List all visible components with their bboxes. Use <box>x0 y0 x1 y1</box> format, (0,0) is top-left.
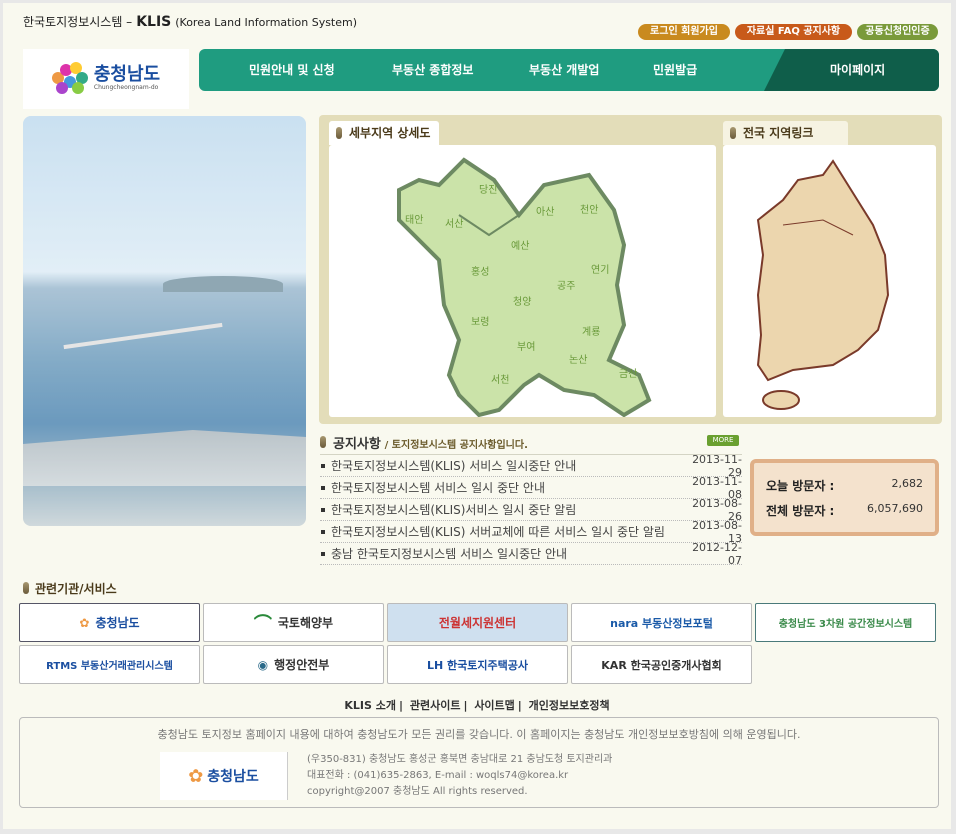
notice-subtitle: / 토지정보시스템 공지사항입니다. <box>384 440 528 451</box>
notice-item[interactable]: 한국토지정보시스템(KLIS) 서비스 일시중단 안내 2013-11-29 <box>320 455 742 477</box>
nav-mypage[interactable]: 마이페이지 <box>764 49 939 91</box>
chungnam-map: 당진 태안 서산 아산 천안 예산 홍성 연기 공주 청양 보령 계룡 부여 논… <box>329 145 716 417</box>
site-title: 한국토지정보시스템 – KLIS (Korea Land Information S… <box>23 13 357 30</box>
region-hongseong[interactable]: 홍성 <box>471 263 489 278</box>
pill-icon <box>23 582 29 594</box>
pill-icon <box>336 127 342 139</box>
logo-name: 충청남도 <box>93 64 161 85</box>
region-gyeryong[interactable]: 계룡 <box>582 323 600 338</box>
link-rtms[interactable]: RTMS 부동산거래관리시스템 <box>19 645 200 684</box>
today-label: 오늘 방문자 : <box>766 479 835 493</box>
joint-cert-button[interactable]: 공동신청인인증 <box>857 24 938 40</box>
notice-title: 공지사항 <box>333 437 381 452</box>
logo-flower-icon <box>51 62 88 96</box>
link-3d-gis[interactable]: 충청남도 3차원 공간정보시스템 <box>755 603 936 642</box>
region-seocheon[interactable]: 서천 <box>491 371 509 386</box>
link-nara[interactable]: nara 부동산정보포털 <box>571 603 752 642</box>
region-cheongyang[interactable]: 청양 <box>513 293 531 308</box>
footer-logo: ✿ 충청남도 <box>160 752 288 800</box>
pill-icon <box>730 127 736 139</box>
region-nonsan[interactable]: 논산 <box>569 351 587 366</box>
today-count: 2,682 <box>891 477 924 490</box>
link-mopas[interactable]: ◉ 행정안전부 <box>203 645 384 684</box>
region-cheonan[interactable]: 천안 <box>580 201 598 216</box>
link-molit[interactable]: ⌒ 국토해양부 <box>203 603 384 642</box>
related-title: 관련기관/서비스 <box>23 580 117 597</box>
tab-detail-map[interactable]: 세부지역 상세도 <box>329 121 439 145</box>
footer-links: KLIS 소개 | 관련사이트 | 사이트맵 | 개인정보보호정책 <box>344 699 610 712</box>
region-yesan[interactable]: 예산 <box>511 237 529 252</box>
logo-sub: Chungcheongnam-do <box>93 84 159 91</box>
notice-item[interactable]: 충남 한국토지정보시스템 서비스 일시중단 안내 2012-12-07 <box>320 543 742 565</box>
nav-civil-issue[interactable]: 민원발급 <box>653 49 697 91</box>
link-chungnam[interactable]: ✿ 충청남도 <box>19 603 200 642</box>
harbor-photo <box>23 116 306 526</box>
footer-phone: 대표전화 : (041)635-2863, E-mail : woqls74@k… <box>307 770 569 781</box>
nav-realestate-info[interactable]: 부동산 종합정보 <box>392 49 473 91</box>
total-label: 전체 방문자 : <box>766 504 835 518</box>
visitor-counter: 오늘 방문자 : 2,682 전체 방문자 : 6,057,690 <box>750 459 939 536</box>
notice-more-button[interactable]: MORE <box>707 435 739 446</box>
region-gongju[interactable]: 공주 <box>557 277 575 292</box>
pill-icon <box>320 436 326 448</box>
page: 한국토지정보시스템 – KLIS (Korea Land Information S… <box>3 3 951 829</box>
footer: 충청남도 토지정보 홈페이지 내용에 대하여 충청남도가 모든 권리를 갖습니다… <box>19 717 939 808</box>
library-faq-notice-button[interactable]: 자료실 FAQ 공지사항 <box>735 24 852 40</box>
logo[interactable]: 충청남도 Chungcheongnam-do <box>23 49 189 109</box>
link-kar[interactable]: KAR 한국공인중개사협회 <box>571 645 752 684</box>
notice-item[interactable]: 한국토지정보시스템(KLIS)서비스 일시 중단 알림 2013-08-26 <box>320 499 742 521</box>
region-taean[interactable]: 태안 <box>405 211 423 226</box>
notice-list: 한국토지정보시스템(KLIS) 서비스 일시중단 안내 2013-11-29 한국… <box>320 454 742 565</box>
footer-link-sitemap[interactable]: 사이트맵 <box>474 699 514 712</box>
footer-link-privacy[interactable]: 개인정보보호정책 <box>529 699 610 712</box>
footer-address: (우350-831) 충청남도 홍성군 홍북면 충남대로 21 충남도청 토지관… <box>307 754 613 765</box>
korea-map-shape[interactable] <box>723 145 936 417</box>
site-title-full: (Korea Land Information System) <box>175 16 358 29</box>
notice-item[interactable]: 한국토지정보시스템(KLIS) 서버교체에 따른 서비스 일시 중단 알림 201… <box>320 521 742 543</box>
nav-mypage-label: 마이페이지 <box>830 63 886 77</box>
nav-realestate-dev[interactable]: 부동산 개발업 <box>529 49 599 91</box>
region-yeongi[interactable]: 연기 <box>591 261 609 276</box>
notice-header: 공지사항 / 토지정보시스템 공지사항입니다. MORE <box>319 433 741 453</box>
main-nav: 민원안내 및 신청 부동산 종합정보 부동산 개발업 민원발급 마이페이지 <box>199 49 939 91</box>
region-buyeo[interactable]: 부여 <box>517 338 535 353</box>
login-join-button[interactable]: 로그인 회원가입 <box>638 24 730 40</box>
region-dangjin[interactable]: 당진 <box>479 181 497 196</box>
tab-national-map[interactable]: 전국 지역링크 <box>723 121 848 145</box>
korea-map <box>723 145 936 417</box>
chungnam-map-shape <box>397 157 652 417</box>
region-asan[interactable]: 아산 <box>536 203 554 218</box>
region-seosan[interactable]: 서산 <box>445 215 463 230</box>
link-lh[interactable]: LH 한국토지주택공사 <box>387 645 568 684</box>
link-jeonwolse[interactable]: 전월세지원센터 <box>387 603 568 642</box>
footer-copy: 충청남도 토지정보 홈페이지 내용에 대하여 충청남도가 모든 권리를 갖습니다… <box>157 728 801 741</box>
notice-item[interactable]: 한국토지정보시스템 서비스 일시 중단 안내 2013-11-08 <box>320 477 742 499</box>
footer-link-about[interactable]: KLIS 소개 <box>344 699 396 712</box>
footer-link-related[interactable]: 관련사이트 <box>410 699 461 712</box>
nav-civil-service[interactable]: 민원안내 및 신청 <box>249 49 335 91</box>
total-count: 6,057,690 <box>867 502 923 515</box>
site-title-kr: 한국토지정보시스템 – <box>23 15 133 29</box>
map-panel: 세부지역 상세도 전국 지역링크 당진 태안 서산 아산 천안 예산 홍성 연기… <box>319 115 942 424</box>
site-title-en: KLIS <box>136 14 172 30</box>
footer-copyright: copyright@2007 충청남도 All rights reserved. <box>307 786 528 797</box>
region-boryeong[interactable]: 보령 <box>471 313 489 328</box>
region-geumsan[interactable]: 금산 <box>619 365 637 380</box>
